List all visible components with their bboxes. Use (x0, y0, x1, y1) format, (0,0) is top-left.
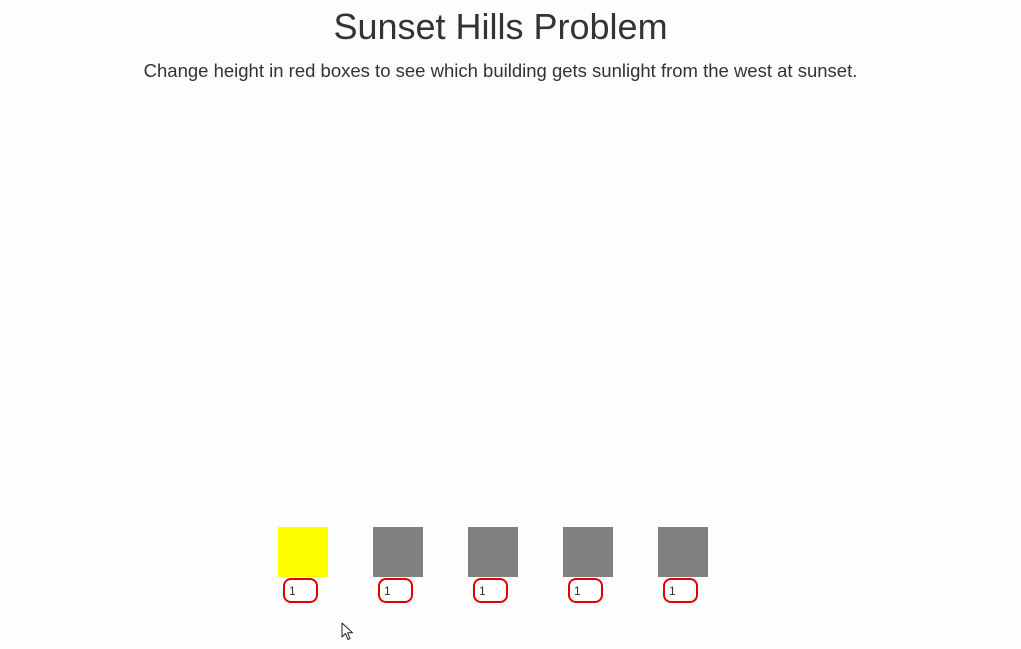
height-input-1[interactable] (283, 578, 318, 603)
building-2 (373, 527, 423, 577)
building-5 (658, 527, 708, 577)
mouse-pointer-icon (341, 622, 353, 640)
building-4 (563, 527, 613, 577)
height-input-2[interactable] (378, 578, 413, 603)
height-input-3[interactable] (473, 578, 508, 603)
height-input-4[interactable] (568, 578, 603, 603)
instructions-text: Change height in red boxes to see which … (143, 60, 858, 81)
building-3 (468, 527, 518, 577)
page-title: Sunset Hills Problem (333, 6, 668, 47)
buildings-area (278, 90, 778, 577)
height-input-5[interactable] (663, 578, 698, 603)
building-1 (278, 527, 328, 577)
